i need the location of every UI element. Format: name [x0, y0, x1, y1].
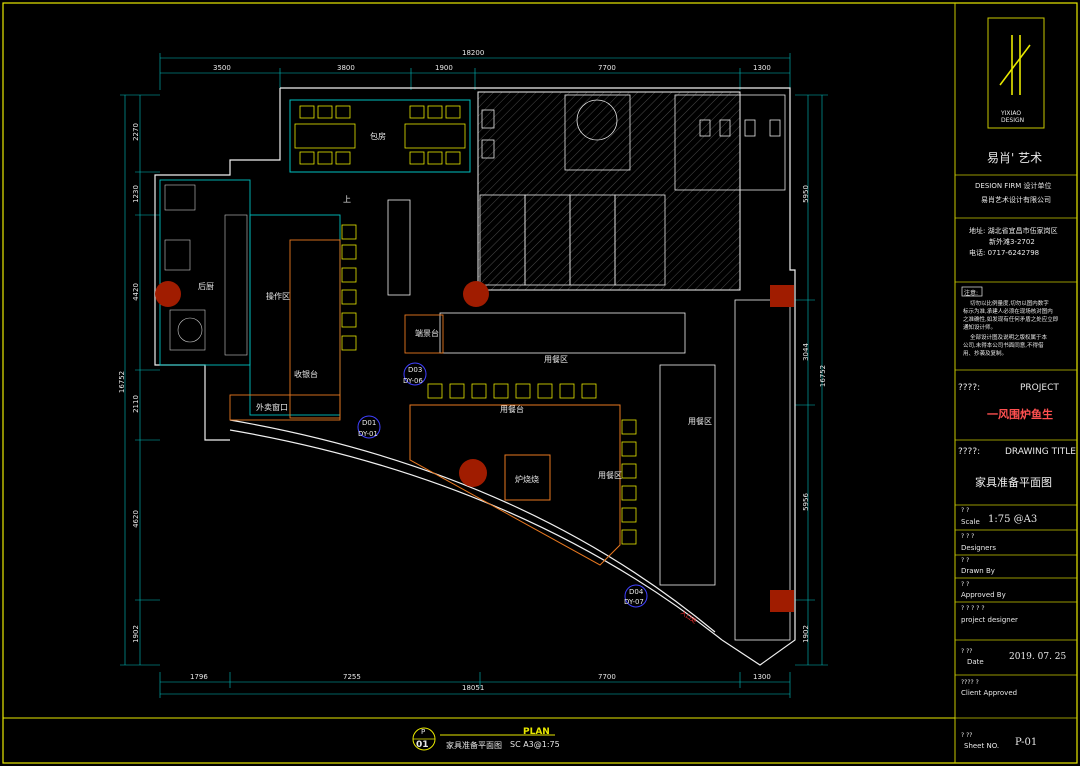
plan-label: PLAN	[523, 727, 550, 737]
scale-value: 1:75 @A3	[988, 514, 1038, 525]
sheet-label: Sheet NO.	[964, 742, 1000, 750]
label-kitchen: 后厨	[198, 282, 214, 291]
project-name: 一风围炉鱼生	[987, 408, 1053, 421]
note-line: 之准确性,如发现有任何矛盾之处应立即	[963, 317, 1059, 323]
label-cashier: 收银台	[294, 370, 318, 379]
plan-drawing-name: 家具准备平面图	[446, 741, 502, 750]
label-dining-lower: 用餐区	[598, 471, 622, 480]
project-designer-q: ? ? ? ? ?	[961, 605, 985, 612]
title-block: YIXIAO DESIGN 易肖' 艺术 DESION FIRM 设计单位 易肖…	[955, 0, 1080, 766]
note-line: 用、抄袭及复制。	[963, 351, 1008, 357]
dim-bottom-3: 7700	[598, 673, 616, 681]
plan-circle-bottom: 01	[416, 740, 429, 750]
client-q: ???? ?	[961, 679, 979, 686]
drawn-q: ? ?	[961, 557, 970, 564]
firm-label: DESION FIRM 设计单位	[975, 182, 1052, 190]
label-up: 上	[343, 195, 351, 204]
dim-right-3: 5956	[801, 493, 810, 511]
logo-text-2: DESIGN	[1001, 117, 1025, 124]
dim-right-2: 3044	[801, 343, 810, 361]
dim-left-1: 2270	[131, 123, 140, 141]
dim-left-4: 2110	[131, 395, 140, 413]
date-value: 2019. 07. 25	[1009, 652, 1067, 662]
project-designer-label: project designer	[961, 616, 1018, 624]
view-marker-circles	[357, 362, 648, 608]
title-label: ????:	[958, 447, 981, 457]
dim-top-total: 18200	[462, 49, 485, 57]
dim-top-3: 1900	[435, 64, 453, 72]
approved-q: ? ?	[961, 581, 970, 588]
dim-top-5: 1300	[753, 64, 771, 72]
note-line: 切勿以比例量度,切勿以图内数字	[970, 301, 1049, 307]
columns	[155, 281, 794, 612]
marker-d01: D01	[362, 419, 377, 427]
dim-left-5: 4620	[131, 510, 140, 528]
designers-q: ? ? ?	[961, 533, 975, 540]
logo-text-1: YIXIAO	[1001, 110, 1022, 117]
firm-name-cn: 易肖' 艺术	[987, 151, 1043, 165]
client-label: Client Approved	[961, 689, 1018, 697]
label-operation: 操作区	[266, 292, 290, 301]
note-line: 通知设计师。	[963, 325, 997, 331]
dim-left-6: 1902	[131, 625, 140, 643]
operation-area	[249, 214, 341, 416]
date-q: ? ??	[961, 648, 973, 655]
drawing-title: 家具准备平面图	[975, 476, 1052, 489]
label-dining-right: 用餐区	[688, 417, 712, 426]
project-en: PROJECT	[1020, 383, 1059, 393]
label-takeout: 外卖窗口	[256, 403, 288, 412]
dim-left-3: 4420	[131, 283, 140, 301]
dim-bottom-1: 1796	[190, 673, 208, 681]
dim-left-2: 1230	[131, 185, 140, 203]
floor-plan-drawing	[2, 2, 1078, 764]
marker-d03-sub: DY-06	[403, 377, 423, 385]
dim-right-4: 1902	[801, 625, 810, 643]
dim-bottom-2: 7255	[343, 673, 361, 681]
address-line-2: 新外滩3-2702	[989, 238, 1035, 246]
note-line: 全部设计图及说明之版权属于本	[970, 335, 1048, 341]
note-line: 公司,未得本公司书面同意,不得借	[963, 343, 1044, 349]
phone: 电话: 0717-6242798	[969, 249, 1040, 257]
project-label: ????:	[958, 383, 981, 393]
dim-top-4: 7700	[598, 64, 616, 72]
approved-label: Approved By	[961, 591, 1006, 599]
note-line: 标示为准,承建人必须在现场核对图内	[963, 309, 1053, 315]
cashier-counter	[289, 239, 341, 419]
dim-right-total: 16752	[819, 364, 828, 388]
dim-top-1: 3500	[213, 64, 231, 72]
kitchen-equipment	[164, 184, 248, 356]
firm-name: 易肖艺术设计有限公司	[981, 196, 1051, 204]
date-label: Date	[967, 658, 984, 666]
designers-label: Designers	[961, 544, 996, 552]
marker-d01-sub: DY-01	[358, 430, 378, 438]
address: 地址: 湖北省宜昌市伍家岗区	[969, 227, 1058, 235]
label-serving: 端景台	[415, 329, 439, 338]
label-dining-counter: 用餐台	[500, 405, 524, 414]
marker-d03: D03	[408, 366, 423, 374]
plan-scale-text: SC A3@1:75	[510, 740, 560, 749]
dim-right-1: 5950	[801, 185, 810, 203]
dim-bottom-total: 18051	[462, 684, 485, 692]
marker-d04: D04	[629, 588, 644, 596]
scale-label: Scale	[961, 518, 980, 526]
label-dining-center: 用餐区	[544, 355, 568, 364]
notes-title: 注意:	[964, 290, 979, 297]
dim-top-2: 3800	[337, 64, 355, 72]
dim-bottom-4: 1300	[753, 673, 771, 681]
sheet-value: P-01	[1015, 737, 1038, 748]
marker-d04-sub: DY-07	[624, 598, 644, 606]
restroom-block	[477, 91, 741, 291]
dim-left-total: 16752	[118, 370, 127, 394]
label-grill: 炉烧烧	[515, 475, 539, 484]
scale-q: ? ?	[961, 507, 970, 514]
sheet-q: ? ??	[961, 732, 973, 739]
title-en: DRAWING TITLE	[1005, 447, 1076, 457]
plan-circle-top: P	[421, 728, 426, 736]
label-private-room: 包房	[370, 132, 386, 141]
drawn-label: Drawn By	[961, 567, 995, 575]
